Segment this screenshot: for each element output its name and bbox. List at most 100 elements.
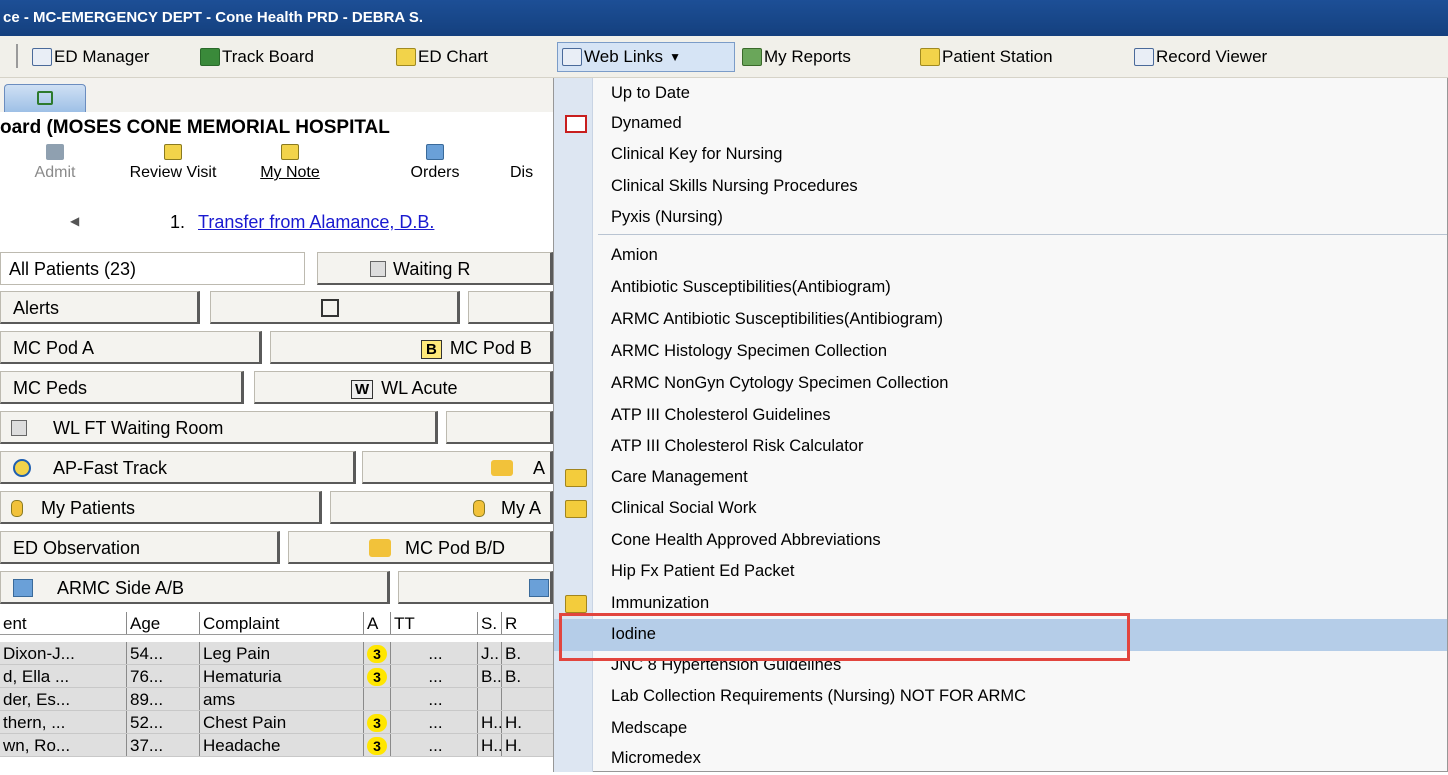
menu-item[interactable]: Dynamed <box>554 108 1447 140</box>
wl-ft-waiting-room-label: WL FT Waiting Room <box>53 418 224 438</box>
my-note-button[interactable]: My Note <box>250 142 330 182</box>
menu-item-label: Dynamed <box>611 114 682 132</box>
record-viewer-button[interactable]: Record Viewer <box>1134 42 1267 72</box>
column-header-complaint[interactable]: Complaint <box>200 612 364 634</box>
table-row[interactable]: thern, ... 52... Chest Pain 3 ... H.. H. <box>0 711 553 734</box>
table-row[interactable]: wn, Ro... 37... Headache 3 ... H.. H. <box>0 734 553 757</box>
menu-item-label: Hip Fx Patient Ed Packet <box>611 562 795 580</box>
list-view-button[interactable] <box>210 291 460 324</box>
group-icon <box>491 460 513 476</box>
patient-station-label: Patient Station <box>942 47 1053 66</box>
web-links-menu: Up to Date Dynamed Clinical Key for Nursin… <box>553 78 1448 772</box>
menu-item[interactable]: Cone Health Approved Abbreviations <box>554 525 1447 557</box>
ed-observation-button[interactable]: ED Observation <box>0 531 280 564</box>
waiting-room-button[interactable]: Waiting R <box>317 252 553 285</box>
my-reports-button[interactable]: My Reports <box>742 42 851 72</box>
filter-label: My A <box>501 498 542 518</box>
web-links-button[interactable]: Web Links ▼ <box>557 42 735 72</box>
menu-item-label: Clinical Key for Nursing <box>611 145 783 163</box>
table-row[interactable]: d, Ella ... 76... Hematuria 3 ... B.. B. <box>0 665 553 688</box>
cell-s: H.. <box>478 711 502 733</box>
filter-button[interactable] <box>468 291 553 324</box>
column-header-acuity[interactable]: A <box>364 612 391 634</box>
ed-manager-icon <box>32 48 52 66</box>
column-header-age[interactable]: Age <box>127 612 200 634</box>
my-patients-button[interactable]: My Patients <box>0 491 322 524</box>
menu-item[interactable]: Medscape <box>554 713 1447 745</box>
list-icon <box>321 299 339 317</box>
menu-item-label: Antibiotic Susceptibilities(Antibiogram) <box>611 278 891 296</box>
admit-button[interactable]: Admit <box>30 142 80 182</box>
filter-button[interactable] <box>446 411 553 444</box>
menu-item[interactable]: ARMC NonGyn Cytology Specimen Collection <box>554 368 1447 400</box>
my-acuity-button[interactable]: My A <box>330 491 553 524</box>
record-viewer-icon <box>1134 48 1154 66</box>
menu-item[interactable]: Hip Fx Patient Ed Packet <box>554 556 1447 588</box>
filter-button[interactable] <box>398 571 553 604</box>
patient-station-button[interactable]: Patient Station <box>920 42 1053 72</box>
cell-s: H.. <box>478 734 502 756</box>
wl-acute-button[interactable]: W WL Acute <box>254 371 553 404</box>
orders-button[interactable]: Orders <box>400 142 470 182</box>
wl-ft-waiting-room-button[interactable]: WL FT Waiting Room <box>0 411 438 444</box>
action-bar: Admit Review Visit My Note Orders Dis <box>0 142 553 200</box>
cell-r <box>502 688 553 710</box>
menu-item[interactable]: Up to Date <box>554 78 1447 110</box>
menu-item-label: Amion <box>611 246 658 264</box>
column-header-tt[interactable]: TT <box>391 612 478 634</box>
menu-item[interactable]: Micromedex <box>554 743 1447 775</box>
table-row[interactable]: Dixon-J... 54... Leg Pain 3 ... J.. B. <box>0 642 553 665</box>
chevron-down-icon: ▼ <box>669 50 681 64</box>
track-board-button[interactable]: Track Board <box>200 42 314 72</box>
board-tabstrip <box>0 78 553 112</box>
cell-s <box>478 688 502 710</box>
ed-manager-button[interactable]: ED Manager <box>32 42 149 72</box>
armc-side-ab-button[interactable]: ARMC Side A/B <box>0 571 390 604</box>
filter-row: ARMC Side A/B <box>0 570 553 606</box>
filter-button[interactable]: A <box>362 451 553 484</box>
menu-item-label: Lab Collection Requirements (Nursing) NO… <box>611 687 1027 705</box>
menu-item[interactable]: Care Management <box>554 462 1447 494</box>
menu-item[interactable]: Clinical Social Work <box>554 493 1447 525</box>
menu-item[interactable]: Lab Collection Requirements (Nursing) NO… <box>554 681 1447 713</box>
menu-item[interactable]: Pyxis (Nursing) <box>554 202 1447 234</box>
discharge-button[interactable]: Dis <box>510 142 550 182</box>
folder-icon <box>565 595 587 613</box>
ap-fast-track-button[interactable]: AP-Fast Track <box>0 451 356 484</box>
armc-side-ab-label: ARMC Side A/B <box>57 578 185 598</box>
armc-icon <box>529 579 549 597</box>
mc-pod-bd-button[interactable]: MC Pod B/D <box>288 531 553 564</box>
filter-row: My Patients My A <box>0 490 553 526</box>
menu-item[interactable]: Clinical Skills Nursing Procedures <box>554 171 1447 203</box>
tab-track-board[interactable] <box>4 84 86 112</box>
table-row[interactable]: der, Es... 89... ams ... <box>0 688 553 711</box>
all-patients-button[interactable]: All Patients (23) <box>0 252 305 285</box>
cell-tt: ... <box>391 688 478 710</box>
alerts-button[interactable]: Alerts <box>0 291 200 324</box>
menu-item[interactable]: ATP III Cholesterol Guidelines <box>554 400 1447 432</box>
nav-index: 1. <box>170 212 186 232</box>
ed-chart-button[interactable]: ED Chart <box>396 42 488 72</box>
mc-pod-b-label: MC Pod B <box>449 338 532 358</box>
patient-link[interactable]: Transfer from Alamance, D.B. <box>198 212 434 233</box>
column-header-patient[interactable]: ent <box>0 612 127 634</box>
menu-item[interactable]: Amion <box>554 240 1447 272</box>
cell-tt: ... <box>391 642 478 664</box>
mc-peds-button[interactable]: MC Peds <box>0 371 244 404</box>
column-header-s[interactable]: S. <box>478 612 502 634</box>
patient-station-icon <box>920 48 940 66</box>
clock-icon <box>13 459 31 477</box>
my-patients-label: My Patients <box>41 498 136 518</box>
menu-item[interactable]: Clinical Key for Nursing <box>554 139 1447 171</box>
menu-item[interactable]: ATP III Cholesterol Risk Calculator <box>554 431 1447 463</box>
menu-item[interactable]: Antibiotic Susceptibilities(Antibiogram) <box>554 272 1447 304</box>
acuity-badge: 3 <box>367 645 387 663</box>
cell-r: H. <box>505 736 522 755</box>
mc-pod-b-button[interactable]: B MC Pod B <box>270 331 553 364</box>
menu-item[interactable]: ARMC Antibiotic Susceptibilities(Antibio… <box>554 304 1447 336</box>
review-visit-button[interactable]: Review Visit <box>118 142 228 182</box>
menu-item[interactable]: ARMC Histology Specimen Collection <box>554 336 1447 368</box>
mc-pod-a-button[interactable]: MC Pod A <box>0 331 262 364</box>
column-header-r[interactable]: R <box>502 612 553 634</box>
nav-prev-icon[interactable]: ◀ <box>70 214 79 228</box>
